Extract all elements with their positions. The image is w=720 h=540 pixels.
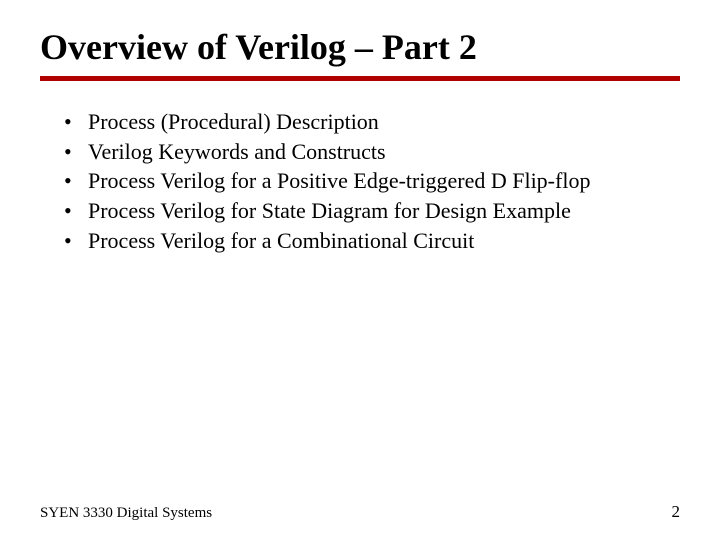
bullet-list: Process (Procedural) Description Verilog… [60,107,680,255]
title-underline [40,76,680,81]
slide-title: Overview of Verilog – Part 2 [40,26,680,68]
list-item: Process (Procedural) Description [60,107,680,137]
footer-course: SYEN 3330 Digital Systems [40,505,212,522]
list-item: Verilog Keywords and Constructs [60,137,680,167]
footer-page-number: 2 [672,502,681,522]
content-area: Process (Procedural) Description Verilog… [40,107,680,255]
footer: SYEN 3330 Digital Systems 2 [40,502,680,522]
list-item: Process Verilog for a Combinational Circ… [60,226,680,256]
list-item: Process Verilog for State Diagram for De… [60,196,680,226]
list-item: Process Verilog for a Positive Edge-trig… [60,166,680,196]
slide: Overview of Verilog – Part 2 Process (Pr… [0,0,720,540]
